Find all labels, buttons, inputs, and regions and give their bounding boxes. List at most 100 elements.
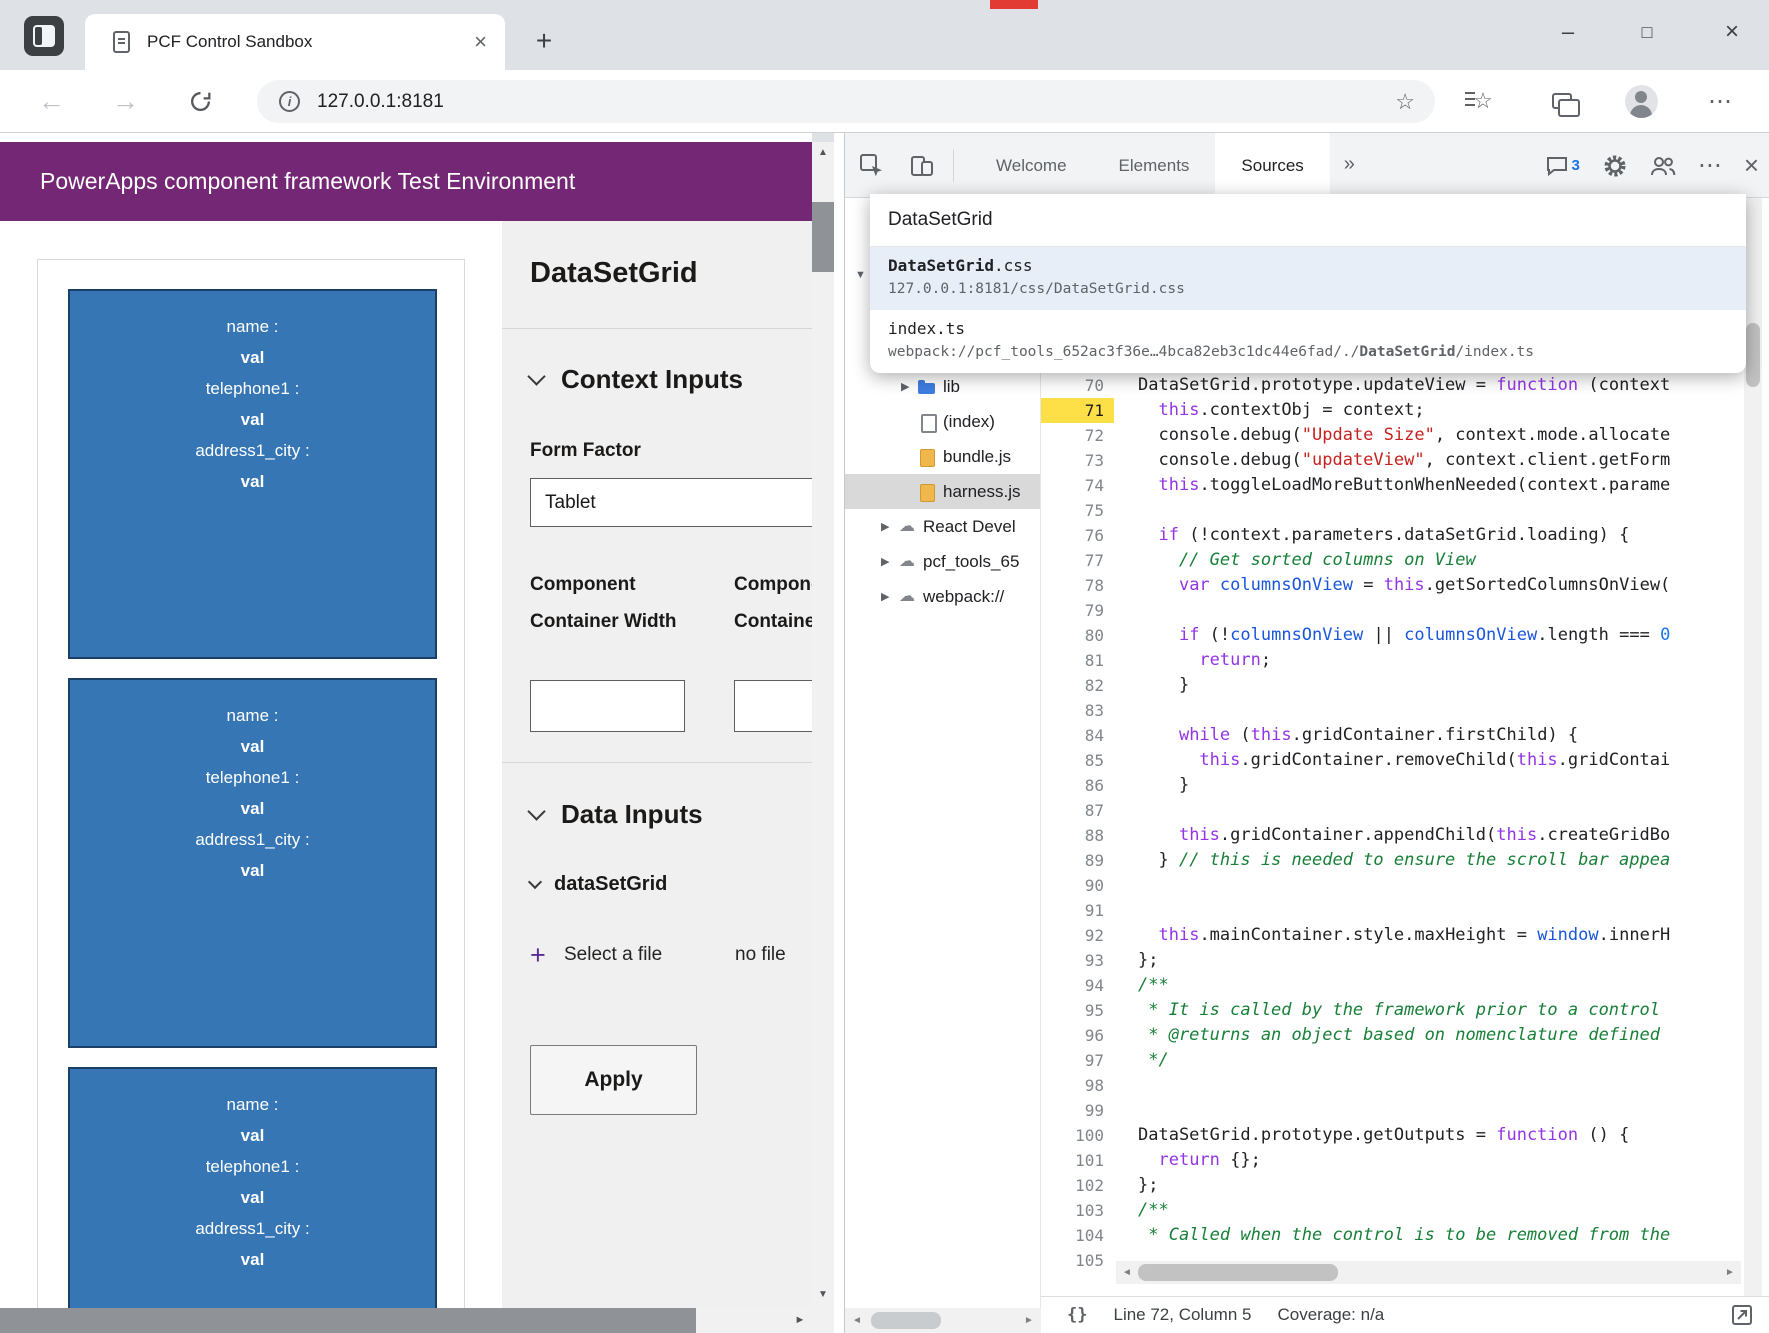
code-line[interactable]: } (1138, 673, 1744, 698)
line-number[interactable]: 100 (1041, 1123, 1114, 1148)
collections-icon[interactable] (1539, 78, 1585, 124)
device-toolbar-icon[interactable] (907, 151, 937, 181)
scroll-right-icon[interactable]: ► (788, 1308, 812, 1333)
code-line[interactable]: DataSetGrid.prototype.getOutputs = funct… (1138, 1123, 1744, 1148)
devtools-close-icon[interactable]: × (1744, 150, 1759, 181)
code-line[interactable] (1138, 1098, 1744, 1123)
line-number[interactable]: 98 (1041, 1073, 1114, 1098)
line-number[interactable]: 73 (1041, 448, 1114, 473)
component-width-input[interactable] (530, 680, 685, 732)
quickopen-input[interactable] (870, 194, 1746, 247)
tab-welcome[interactable]: Welcome (970, 133, 1093, 198)
data-inputs-section-header[interactable]: Data Inputs (530, 799, 703, 830)
code-line[interactable] (1138, 873, 1744, 898)
page-vertical-scrollbar[interactable]: ▲ ▼ (812, 142, 834, 1308)
tab-sources[interactable]: Sources (1215, 133, 1329, 198)
line-number[interactable]: 77 (1041, 548, 1114, 573)
line-number[interactable]: 74 (1041, 473, 1114, 498)
code-line[interactable]: }; (1138, 948, 1744, 973)
code-line[interactable] (1138, 1073, 1744, 1098)
code-line[interactable]: /** (1138, 1198, 1744, 1223)
console-messages-icon[interactable]: 3 (1546, 156, 1579, 176)
tab-elements[interactable]: Elements (1093, 133, 1216, 198)
code-line[interactable] (1138, 498, 1744, 523)
code-line[interactable]: this.toggleLoadMoreButtonWhenNeeded(cont… (1138, 473, 1744, 498)
browser-menu-icon[interactable]: ⋯ (1697, 78, 1743, 124)
new-tab-button[interactable]: + (524, 14, 564, 70)
tree-item-lib[interactable]: ▶lib (845, 369, 1040, 404)
code-line[interactable]: /** (1138, 973, 1744, 998)
component-height-input[interactable] (734, 680, 812, 732)
scrollbar-thumb[interactable] (0, 1308, 696, 1333)
code-line[interactable]: if (!columnsOnView || columnsOnView.leng… (1138, 623, 1744, 648)
code-line[interactable]: this.contextObj = context; (1138, 398, 1744, 423)
devtools-resize-gutter[interactable] (834, 133, 844, 1333)
line-number[interactable]: 101 (1041, 1148, 1114, 1173)
scrollbar-thumb[interactable] (1138, 1264, 1338, 1281)
line-number[interactable]: 76 (1041, 523, 1114, 548)
line-number[interactable]: 81 (1041, 648, 1114, 673)
code-line[interactable]: * @returns an object based on nomenclatu… (1138, 1023, 1744, 1048)
inspect-element-icon[interactable] (857, 151, 887, 181)
line-number[interactable]: 94 (1041, 973, 1114, 998)
record-card[interactable]: name :valtelephone1 :valaddress1_city :v… (68, 289, 437, 659)
tab-close-icon[interactable]: × (474, 14, 487, 70)
form-factor-select[interactable]: Tablet (530, 478, 812, 527)
quickopen-result[interactable]: DataSetGrid.css127.0.0.1:8181/css/DataSe… (870, 247, 1746, 310)
scroll-up-icon[interactable]: ▲ (812, 142, 834, 164)
line-number[interactable]: 87 (1041, 798, 1114, 823)
apply-button[interactable]: Apply (530, 1045, 697, 1115)
line-number[interactable]: 71 (1041, 398, 1114, 423)
code-line[interactable]: var columnsOnView = this.getSortedColumn… (1138, 573, 1744, 598)
tab-actions-button[interactable] (24, 16, 64, 56)
record-card[interactable]: name :valtelephone1 :valaddress1_city :v… (68, 1067, 437, 1308)
line-number[interactable]: 75 (1041, 498, 1114, 523)
dataset-grid-group[interactable]: dataSetGrid (530, 873, 667, 896)
tree-item-harness-js[interactable]: harness.js (845, 474, 1040, 509)
code-line[interactable]: console.debug("updateView", context.clie… (1138, 448, 1744, 473)
code-line[interactable]: this.gridContainer.removeChild(this.grid… (1138, 748, 1744, 773)
line-number[interactable]: 80 (1041, 623, 1114, 648)
tree-item-index[interactable]: (index) (845, 404, 1040, 439)
address-bar[interactable]: i 127.0.0.1:8181 ☆ (257, 80, 1435, 123)
scroll-left-icon[interactable]: ◄ (1116, 1261, 1138, 1284)
expander-closed-icon[interactable]: ▶ (881, 520, 897, 533)
expander-closed-icon[interactable]: ▶ (901, 380, 917, 393)
line-number[interactable]: 88 (1041, 823, 1114, 848)
code-line[interactable]: }; (1138, 1173, 1744, 1198)
scrollbar-thumb[interactable] (812, 202, 834, 272)
line-number[interactable]: 89 (1041, 848, 1114, 873)
expander-closed-icon[interactable]: ▶ (881, 590, 897, 603)
context-inputs-section-header[interactable]: Context Inputs (530, 364, 743, 395)
code-line[interactable]: return {}; (1138, 1148, 1744, 1173)
code-line[interactable]: while (this.gridContainer.firstChild) { (1138, 723, 1744, 748)
line-number[interactable]: 78 (1041, 573, 1114, 598)
scroll-right-icon[interactable]: ► (1019, 1308, 1039, 1333)
profiles-icon[interactable] (1650, 154, 1676, 178)
scroll-down-icon[interactable]: ▼ (812, 1284, 834, 1306)
line-number[interactable]: 82 (1041, 673, 1114, 698)
scroll-left-icon[interactable]: ◄ (847, 1308, 867, 1333)
tree-item-bundle-js[interactable]: bundle.js (845, 439, 1040, 474)
code-line[interactable]: * It is called by the framework prior to… (1138, 998, 1744, 1023)
code-line[interactable] (1138, 598, 1744, 623)
scrollbar-thumb[interactable] (1746, 323, 1760, 387)
code-line[interactable]: // Get sorted columns on View (1138, 548, 1744, 573)
code-line[interactable]: } // this is needed to ensure the scroll… (1138, 848, 1744, 873)
code-line[interactable]: this.mainContainer.style.maxHeight = win… (1138, 923, 1744, 948)
line-number[interactable]: 95 (1041, 998, 1114, 1023)
code-line[interactable] (1138, 898, 1744, 923)
line-number[interactable]: 83 (1041, 698, 1114, 723)
tree-item-pcf-tools-65[interactable]: ▶☁pcf_tools_65 (845, 544, 1040, 579)
back-button[interactable]: ← (38, 70, 65, 133)
line-number[interactable]: 93 (1041, 948, 1114, 973)
settings-gear-icon[interactable] (1602, 153, 1628, 179)
code-line[interactable]: */ (1138, 1048, 1744, 1073)
navigator-horizontal-scrollbar[interactable]: ◄ ► (845, 1308, 1041, 1333)
line-number[interactable]: 97 (1041, 1048, 1114, 1073)
code-line[interactable] (1138, 798, 1744, 823)
line-number[interactable]: 85 (1041, 748, 1114, 773)
window-minimize-button[interactable]: – (1540, 10, 1596, 56)
tree-item-webpack[interactable]: ▶☁webpack:// (845, 579, 1040, 614)
refresh-button[interactable] (188, 89, 213, 119)
